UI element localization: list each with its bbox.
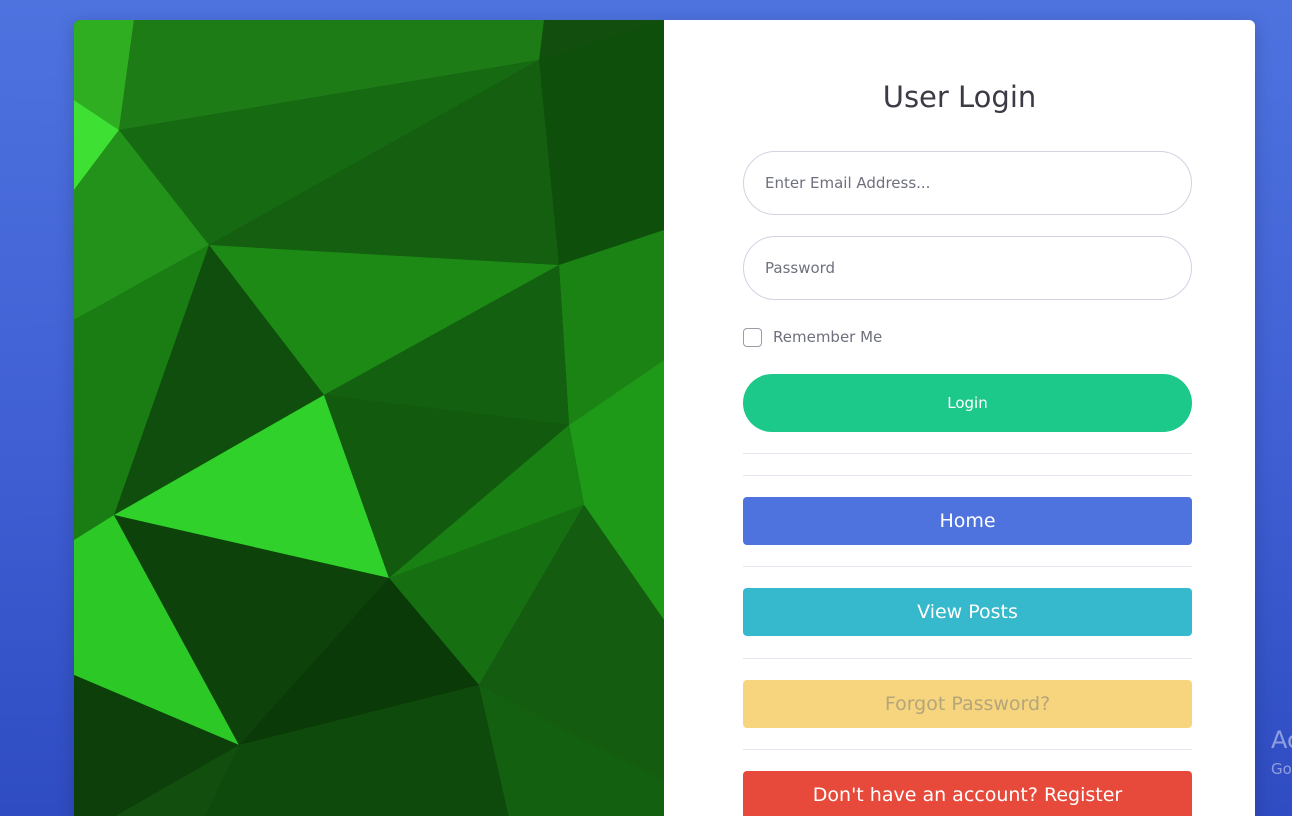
register-button[interactable]: Don't have an account? Register (743, 771, 1192, 816)
page-title: User Login (882, 80, 1037, 114)
divider (743, 749, 1192, 750)
home-button[interactable]: Home (743, 497, 1192, 545)
activation-watermark-title: Ac (1271, 726, 1292, 754)
forgot-password-button[interactable]: Forgot Password? (743, 680, 1192, 728)
divider (743, 658, 1192, 659)
low-poly-artwork (74, 20, 664, 816)
email-field[interactable] (743, 151, 1192, 215)
remember-me-label[interactable]: Remember Me (773, 328, 882, 346)
divider (743, 475, 1192, 476)
login-card: User Login Remember Me Login Home View P… (74, 20, 1255, 816)
login-button[interactable]: Login (743, 374, 1192, 432)
divider (743, 566, 1192, 567)
divider (743, 453, 1192, 454)
remember-me-row[interactable]: Remember Me (743, 326, 882, 348)
activation-watermark-subtitle: Go (1271, 760, 1292, 778)
green-polygon-image (74, 20, 664, 816)
view-posts-button[interactable]: View Posts (743, 588, 1192, 636)
remember-me-checkbox[interactable] (743, 327, 762, 347)
password-field[interactable] (743, 236, 1192, 300)
login-form-panel: User Login Remember Me Login Home View P… (664, 20, 1255, 816)
